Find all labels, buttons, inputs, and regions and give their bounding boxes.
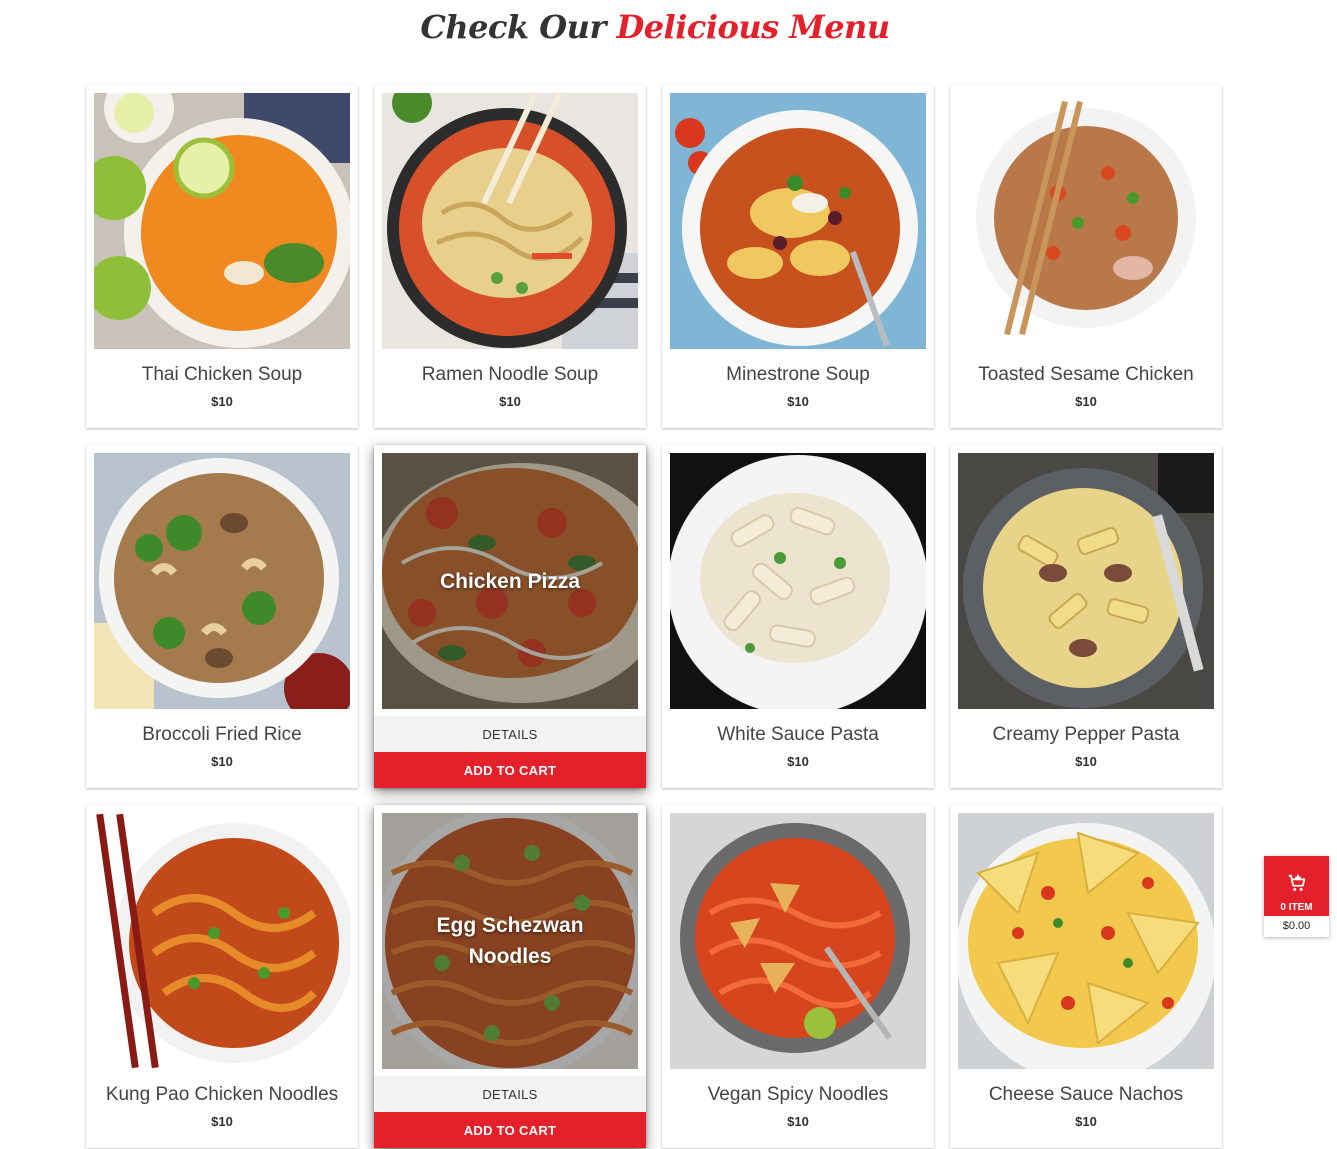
dish-name: Thai Chicken Soup (141, 364, 303, 385)
heading-part-2: Delicious Menu (616, 8, 890, 46)
dish-price: $10 (211, 1114, 233, 1129)
cart-total: $0.00 (1282, 920, 1311, 932)
dish-price: $10 (787, 1114, 809, 1129)
menu-card[interactable]: Ramen Noodle Soup $10 (374, 85, 646, 428)
menu-card[interactable]: Thai Chicken Soup $10 (86, 85, 358, 428)
heading-part-1: Check Our (420, 8, 606, 46)
dish-name: Cheese Sauce Nachos (988, 1084, 1184, 1105)
menu-card[interactable]: White Sauce Pasta $10 (662, 445, 934, 788)
dish-image[interactable]: Egg Schezwan Noodles (382, 813, 638, 1069)
dish-name: Minestrone Soup (726, 364, 870, 385)
dish-overlay-title: Egg Schezwan Noodles (382, 813, 638, 1069)
menu-card[interactable]: Minestrone Soup $10 (662, 85, 934, 428)
dish-price: $10 (1075, 394, 1097, 409)
dish-name: White Sauce Pasta (717, 724, 879, 745)
dish-name: Kung Pao Chicken Noodles (105, 1084, 339, 1105)
cart-item-count: 0 ITEM (1280, 902, 1313, 913)
dish-image[interactable] (958, 93, 1214, 349)
dish-price: $10 (211, 754, 233, 769)
dish-price: $10 (787, 754, 809, 769)
add-to-cart-button[interactable]: ADD TO CART (374, 752, 646, 788)
dish-name: Creamy Pepper Pasta (992, 724, 1180, 745)
cart-plus-icon (1286, 872, 1308, 899)
dish-price: $10 (499, 394, 521, 409)
menu-card[interactable]: Broccoli Fried Rice $10 (86, 445, 358, 788)
page-heading: Check Our Delicious Menu (0, 8, 1310, 46)
dish-price: $10 (211, 394, 233, 409)
dish-name: Toasted Sesame Chicken (978, 364, 1194, 385)
details-button[interactable]: DETAILS (374, 1076, 646, 1112)
dish-image[interactable] (382, 93, 638, 349)
menu-card[interactable]: Kung Pao Chicken Noodles $10 (86, 805, 358, 1148)
menu-card[interactable]: Vegan Spicy Noodles $10 (662, 805, 934, 1148)
dish-image[interactable] (94, 93, 350, 349)
dish-image[interactable]: Chicken Pizza (382, 453, 638, 709)
cart-summary[interactable]: 0 ITEM (1264, 856, 1329, 916)
dish-price: $10 (1075, 1114, 1097, 1129)
dish-price: $10 (1075, 754, 1097, 769)
dish-name: Broccoli Fried Rice (142, 724, 302, 745)
menu-card[interactable]: Cheese Sauce Nachos $10 (950, 805, 1222, 1148)
menu-card-hovered[interactable]: Chicken Pizza DETAILS ADD TO CART (374, 445, 646, 788)
dish-image[interactable] (94, 813, 350, 1069)
dish-overlay-title: Chicken Pizza (382, 453, 638, 709)
dish-image[interactable] (958, 813, 1214, 1069)
dish-image[interactable] (670, 813, 926, 1069)
menu-card-hovered[interactable]: Egg Schezwan Noodles DETAILS ADD TO CART (374, 805, 646, 1148)
dish-name: Vegan Spicy Noodles (707, 1084, 889, 1105)
menu-grid: Thai Chicken Soup $10 Ramen Noodle Soup … (86, 85, 1222, 1148)
dish-image[interactable] (670, 93, 926, 349)
menu-card[interactable]: Creamy Pepper Pasta $10 (950, 445, 1222, 788)
dish-price: $10 (787, 394, 809, 409)
details-button[interactable]: DETAILS (374, 716, 646, 752)
floating-cart[interactable]: 0 ITEM $0.00 (1264, 856, 1329, 937)
dish-image[interactable] (94, 453, 350, 709)
add-to-cart-button[interactable]: ADD TO CART (374, 1112, 646, 1148)
menu-card[interactable]: Toasted Sesame Chicken $10 (950, 85, 1222, 428)
dish-name: Ramen Noodle Soup (421, 364, 599, 385)
dish-image[interactable] (670, 453, 926, 709)
dish-image[interactable] (958, 453, 1214, 709)
